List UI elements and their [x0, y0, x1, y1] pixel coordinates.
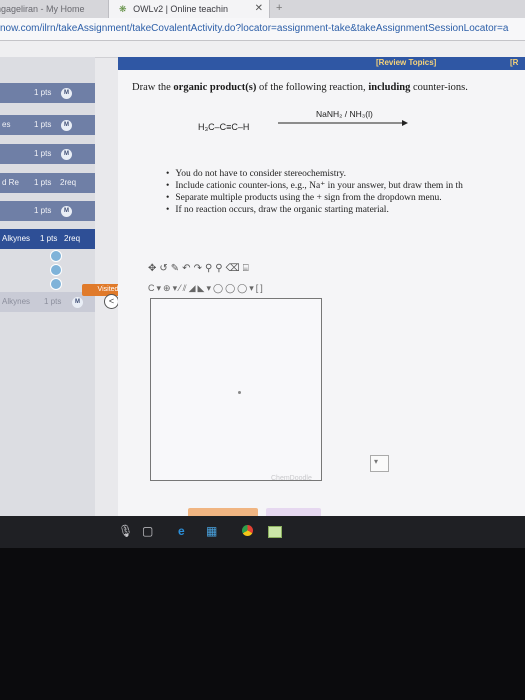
reactant-formula: H₃C–C≡C–H [198, 122, 250, 132]
pencil-icon[interactable]: ✎ [171, 263, 182, 274]
progress-dot-icon[interactable] [50, 264, 62, 276]
mastery-badge-icon: M [61, 120, 72, 131]
points: 1 pts [34, 206, 52, 215]
requirement: 2req [64, 234, 81, 243]
nav-item[interactable]: 1 pts M [0, 144, 95, 164]
bracket-icon[interactable]: [] [256, 283, 265, 293]
points: 1 pts [34, 120, 52, 129]
close-icon[interactable]: ✕ [255, 0, 263, 18]
canvas-cursor-dot [238, 391, 241, 394]
tab-owl[interactable]: ❋ OWLv2 | Online teachin ✕ [108, 0, 270, 18]
nav-item-alkynes-active[interactable]: Alkynes 1 pts 2req [0, 229, 95, 249]
chevron-down-icon: ▾ [374, 457, 379, 466]
select-tool-icon[interactable]: ✥ [148, 263, 159, 274]
toolbar-strip [0, 41, 525, 58]
points: 1 pts [44, 297, 62, 306]
screen: ngageliran - My Home ❋ OWLv2 | Online te… [0, 0, 525, 548]
chrome-icon[interactable] [242, 525, 253, 536]
product-separator-dropdown[interactable]: ▾ [370, 455, 389, 472]
progress-dot-icon[interactable] [50, 278, 62, 290]
instruction-item: Separate multiple products using the + s… [166, 192, 463, 204]
nav-item[interactable]: 1 pts M [0, 83, 95, 103]
drawing-toolbar-top: ✥↺✎↶↷⚲⚲⌫⌸ [148, 263, 278, 277]
store-icon[interactable]: ▦ [206, 524, 217, 538]
progress-dot-icon[interactable] [50, 250, 62, 262]
template-icon[interactable]: ⌸ [243, 263, 252, 274]
review-bar: [Review Topics] [R [118, 57, 525, 70]
nav-item[interactable]: es 1 pts M [0, 115, 95, 135]
microphone-icon[interactable]: 🎙 [118, 524, 133, 538]
wedge-bond-icon[interactable]: ◢ [189, 283, 198, 293]
instruction-item: If no reaction occurs, draw the organic … [166, 204, 463, 216]
browser-tab-strip: ngageliran - My Home ❋ OWLv2 | Online te… [0, 0, 525, 19]
undo-icon[interactable]: ↶ [182, 263, 193, 274]
question-panel: [Review Topics] [R Draw the organic prod… [118, 57, 525, 548]
mastery-badge-icon: M [61, 206, 72, 217]
zoom-in-icon[interactable]: ⚲ [205, 263, 215, 274]
redo-icon[interactable]: ↷ [194, 263, 205, 274]
nav-item[interactable]: Alkynes 1 pts M [0, 292, 95, 312]
charge-menu-icon[interactable]: ⊕▾ [163, 283, 179, 293]
mastery-badge-icon: M [61, 88, 72, 99]
address-bar[interactable]: now.com/ilrn/takeAssignment/takeCovalent… [0, 18, 525, 41]
references-link[interactable]: [R [510, 58, 518, 67]
instruction-item: You do not have to consider stereochemis… [166, 168, 463, 180]
reagent-label: NaNH₂ / NH₃(l) [316, 109, 373, 119]
tab-my-home[interactable]: ngageliran - My Home [0, 0, 101, 18]
chemdoodle-canvas[interactable]: ✓ ChemDoodle [150, 298, 322, 482]
new-tab-icon[interactable]: + [276, 0, 282, 16]
nav-item[interactable]: d Re 1 pts 2req [0, 173, 95, 193]
points: 1 pts [34, 88, 52, 97]
atom-menu-icon[interactable]: C▾ [148, 283, 163, 293]
erase-icon[interactable]: ⌫ [226, 263, 243, 274]
instructions-list: You do not have to consider stereochemis… [166, 168, 463, 216]
review-topics-link[interactable]: [Review Topics] [376, 58, 436, 67]
drawing-toolbar-bottom: C▾⊕▾⁄⫽◢◣▾◯◯◯▾[] [148, 283, 338, 297]
reaction-arrow-icon [278, 120, 408, 126]
question-text: Draw the organic product(s) of the follo… [132, 82, 468, 93]
chemdoodle-watermark: ChemDoodle [271, 475, 312, 482]
points: 1 pts [34, 149, 52, 158]
edge-browser-icon[interactable]: e [178, 524, 185, 538]
question-nav: 1 pts M es 1 pts M 1 pts M d Re 1 pts 2r… [0, 57, 95, 548]
tab-label: ngageliran - My Home [0, 4, 85, 14]
back-icon[interactable]: < [104, 294, 119, 309]
task-view-icon[interactable]: ▢ [142, 524, 153, 538]
points: 1 pts [34, 178, 52, 187]
owl-favicon-icon: ❋ [119, 4, 127, 14]
ring-icon[interactable]: ◯◯◯▾ [213, 283, 256, 293]
nav-item[interactable]: 1 pts M [0, 201, 95, 221]
tab-label: OWLv2 | Online teachin [133, 4, 228, 14]
taskbar: 🎙 ▢ e ▦ [0, 516, 525, 548]
bond-menu-icon[interactable]: ◣▾ [198, 283, 213, 293]
zoom-out-icon[interactable]: ⚲ [215, 263, 225, 274]
app-icon[interactable] [268, 526, 282, 538]
mastery-badge-icon: M [61, 149, 72, 160]
instruction-item: Include cationic counter-ions, e.g., Na⁺… [166, 180, 463, 192]
requirement: 2req [60, 178, 77, 187]
url-text: now.com/ilrn/takeAssignment/takeCovalent… [0, 23, 509, 34]
points: 1 pts [40, 234, 58, 243]
mastery-badge-icon: M [72, 297, 83, 308]
lasso-icon[interactable]: ↺ [159, 263, 170, 274]
